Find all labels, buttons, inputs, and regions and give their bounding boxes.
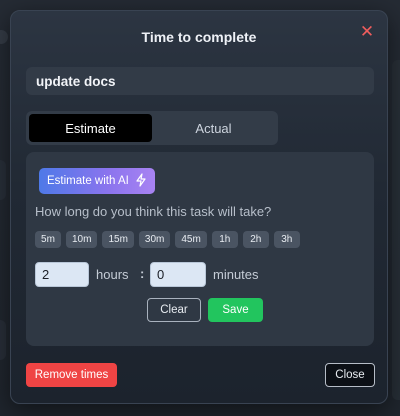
time-to-complete-dialog: Time to complete ✕ Estimate Actual Estim…	[10, 10, 388, 404]
preset-button[interactable]: 30m	[138, 231, 171, 248]
tab-actual[interactable]: Actual	[152, 114, 275, 142]
preset-button[interactable]: 45m	[175, 231, 207, 248]
minutes-label: minutes	[213, 267, 259, 282]
dialog-title: Time to complete	[141, 29, 257, 45]
preset-button[interactable]: 3h	[273, 231, 300, 248]
hours-input[interactable]	[35, 262, 89, 287]
ai-button-label: Estimate with AI	[47, 175, 129, 187]
preset-button[interactable]: 1h	[211, 231, 238, 248]
preset-button[interactable]: 10m	[66, 231, 98, 248]
save-button[interactable]: Save	[208, 298, 263, 322]
minutes-input[interactable]	[150, 262, 206, 287]
backdrop-element	[0, 160, 6, 200]
estimate-question: How long do you think this task will tak…	[35, 204, 272, 219]
preset-durations: 5m 10m 15m 30m 45m 1h 2h 3h	[35, 231, 300, 248]
estimate-with-ai-button[interactable]: Estimate with AI	[39, 168, 155, 194]
tab-estimate[interactable]: Estimate	[29, 114, 152, 142]
close-button[interactable]: Close	[325, 363, 375, 387]
clear-button[interactable]: Clear	[147, 298, 201, 322]
preset-button[interactable]: 2h	[242, 231, 269, 248]
estimate-actual-tabs: Estimate Actual	[26, 111, 278, 145]
backdrop-element	[392, 60, 400, 400]
task-name-field[interactable]	[26, 67, 374, 95]
backdrop-element	[0, 30, 8, 44]
estimate-panel: Estimate with AI How long do you think t…	[26, 152, 374, 346]
remove-times-button[interactable]: Remove times	[26, 363, 117, 387]
time-separator: :	[140, 266, 145, 281]
lightning-icon	[135, 172, 147, 190]
hours-label: hours	[96, 267, 129, 282]
close-icon[interactable]: ✕	[358, 23, 376, 41]
preset-button[interactable]: 15m	[102, 231, 134, 248]
backdrop-element	[0, 320, 6, 360]
preset-button[interactable]: 5m	[35, 231, 61, 248]
